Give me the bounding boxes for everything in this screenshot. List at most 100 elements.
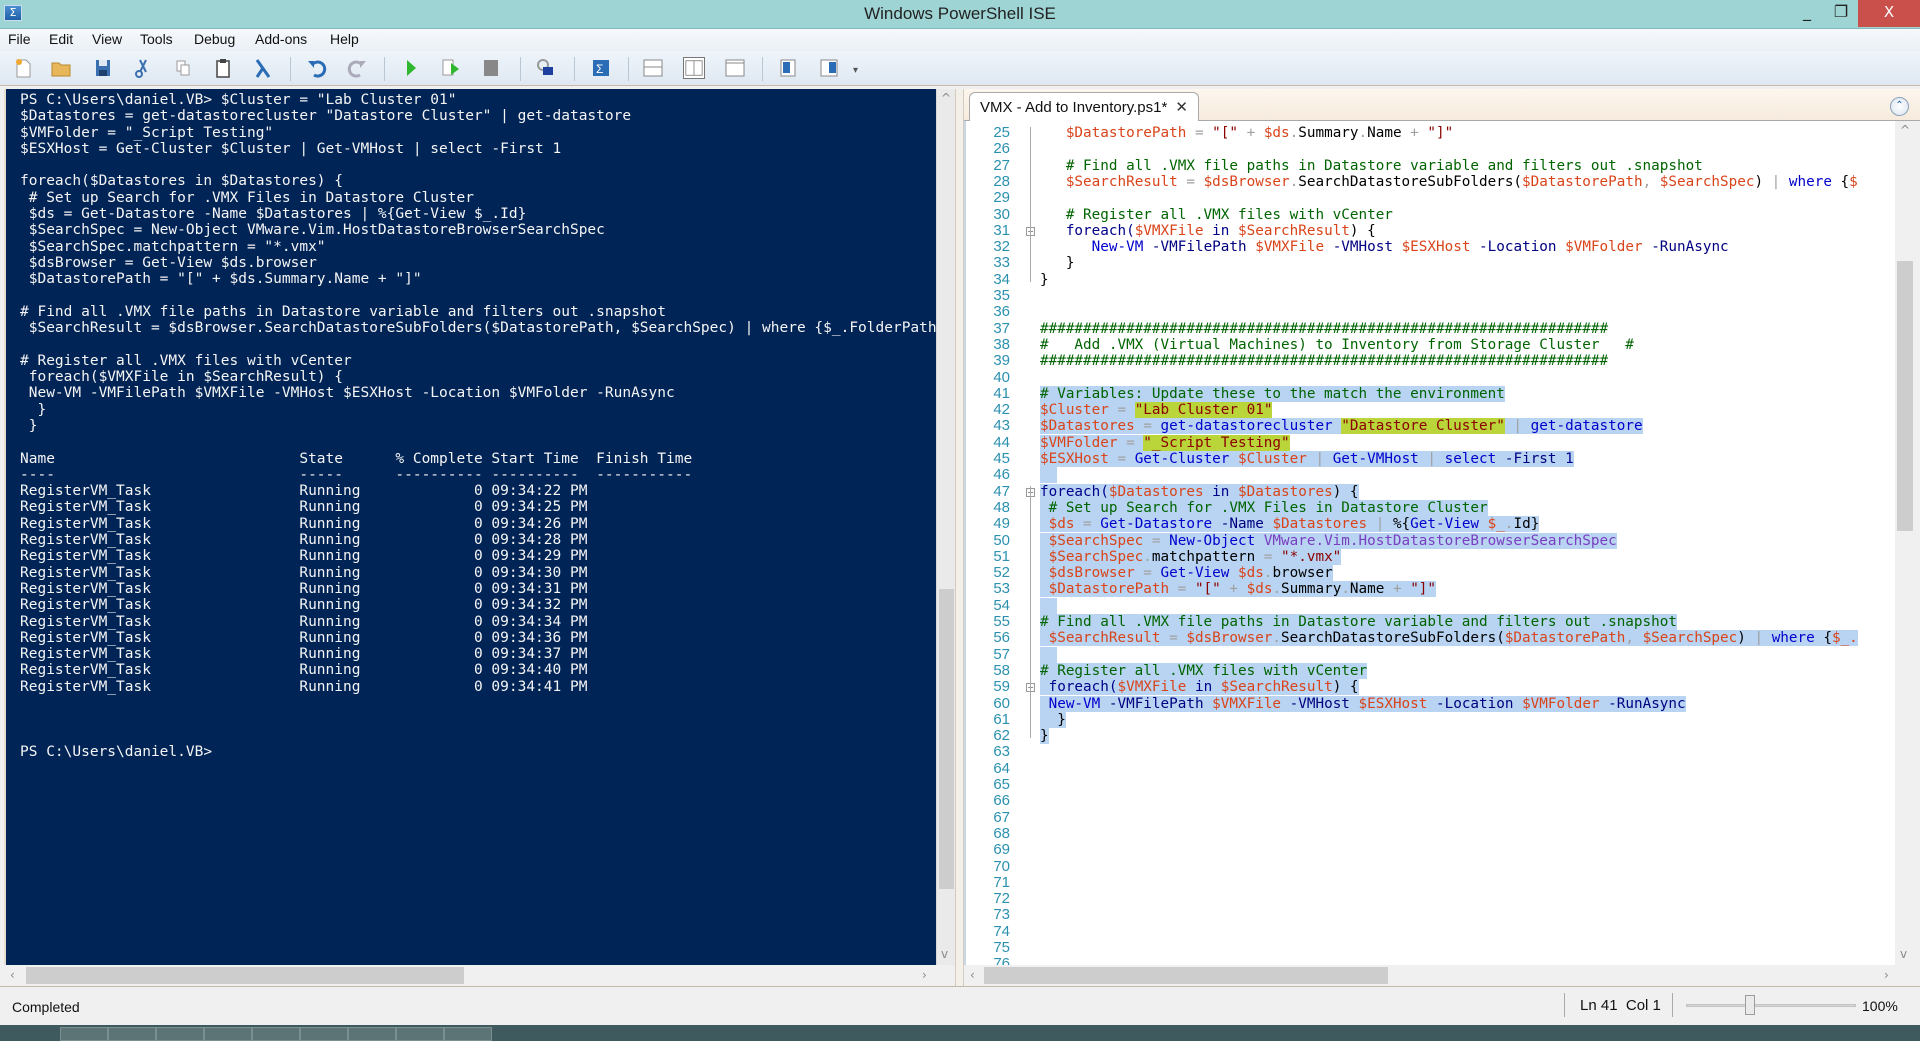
code-line[interactable]: $SearchResult = $dsBrowser.SearchDatasto… [1040, 630, 1858, 647]
maximize-button[interactable]: ❐ [1824, 0, 1858, 27]
taskbar-item[interactable] [348, 1027, 396, 1041]
menu-view[interactable]: View [92, 31, 122, 47]
clipboard-icon[interactable] [212, 57, 234, 79]
menu-file[interactable]: File [8, 31, 31, 47]
menu-addons[interactable]: Add-ons [255, 31, 307, 47]
code-line[interactable]: $DatastorePath = "[" + $ds.Summary.Name … [1040, 581, 1437, 598]
code-line[interactable]: New-VM -VMFilePath $VMXFile -VMHost $ESX… [1040, 239, 1729, 255]
taskbar-item[interactable] [300, 1027, 348, 1041]
code-line[interactable] [1040, 646, 1058, 663]
toolbar-separator [628, 57, 629, 81]
open-folder-icon[interactable] [50, 57, 72, 79]
command-addon-icon[interactable] [818, 57, 840, 79]
close-icon[interactable]: ✕ [1175, 98, 1188, 116]
code-line[interactable]: $dsBrowser = Get-View $ds.browser [1040, 565, 1333, 582]
code-line[interactable]: $SearchSpec.matchpattern = "*.vmx" [1040, 548, 1342, 565]
code-line[interactable]: $Cluster = "Lab Cluster 01" [1040, 402, 1273, 419]
menu-help[interactable]: Help [330, 31, 359, 47]
editor-horizontal-thumb[interactable] [984, 967, 1388, 984]
scroll-right-icon[interactable]: › [1884, 968, 1889, 982]
code-line[interactable]: $Datastores = get-datastorecluster "Data… [1040, 418, 1643, 435]
zoom-slider[interactable] [1686, 1004, 1856, 1007]
scroll-down-icon[interactable]: v [1900, 947, 1907, 961]
code-line[interactable]: $SearchResult = $dsBrowser.SearchDatasto… [1040, 174, 1858, 190]
code-line[interactable]: foreach($Datastores in $Datastores) { [1040, 483, 1359, 500]
taskbar-item[interactable] [108, 1027, 156, 1041]
code-line[interactable]: } [1040, 255, 1075, 271]
console-pane[interactable]: PS C:\Users\daniel.VB> $Cluster = "Lab C… [4, 89, 936, 965]
code-line[interactable]: ########################################… [1040, 321, 1608, 337]
code-line[interactable]: $VMFolder = "_Script Testing" [1040, 434, 1290, 451]
code-token: { [1814, 630, 1832, 647]
scroll-down-icon[interactable]: v [941, 947, 948, 961]
layout-max-icon[interactable] [724, 57, 746, 79]
code-line[interactable]: $ESXHost = Get-Cluster $Cluster | Get-VM… [1040, 451, 1574, 467]
scroll-right-icon[interactable]: › [922, 968, 927, 982]
scroll-up-icon[interactable]: ^ [1900, 123, 1910, 137]
overflow-icon[interactable]: ▾ [853, 65, 858, 76]
menu-debug[interactable]: Debug [194, 31, 235, 47]
scroll-up-icon[interactable]: ^ [941, 91, 951, 105]
tab-script[interactable]: VMX - Add to Inventory.ps1* ✕ [969, 92, 1199, 122]
menu-tools[interactable]: Tools [140, 31, 173, 47]
editor-vertical-scrollbar[interactable]: ^ v [1895, 121, 1915, 965]
taskbar-item[interactable] [204, 1027, 252, 1041]
console-horizontal-thumb[interactable] [26, 967, 464, 984]
redo-icon[interactable] [346, 57, 368, 79]
console-horizontal-scrollbar[interactable]: ‹ › [4, 965, 955, 986]
menu-edit[interactable]: Edit [49, 31, 73, 47]
taskbar-item[interactable] [444, 1027, 492, 1041]
broom-icon[interactable] [252, 57, 274, 79]
layout-right-icon[interactable] [683, 57, 705, 79]
code-line[interactable]: } [1040, 711, 1066, 728]
stop-icon[interactable] [480, 57, 502, 79]
new-file-icon[interactable] [12, 57, 34, 79]
pane-splitter[interactable] [955, 89, 964, 986]
code-line[interactable]: } [1040, 728, 1049, 745]
remote-icon[interactable] [534, 57, 556, 79]
undo-icon[interactable] [306, 57, 328, 79]
code-line[interactable]: $DatastorePath = "[" + $ds.Summary.Name … [1040, 125, 1453, 141]
taskbar-item[interactable] [156, 1027, 204, 1041]
code-line[interactable]: # Find all .VMX file paths in Datastore … [1040, 158, 1703, 174]
scroll-left-icon[interactable]: ‹ [970, 968, 975, 982]
command-window-icon[interactable] [778, 57, 800, 79]
close-button[interactable]: X [1858, 0, 1920, 27]
taskbar-item[interactable] [252, 1027, 300, 1041]
code-token: + [1401, 125, 1428, 141]
save-icon[interactable] [92, 57, 114, 79]
code-line[interactable]: # Variables: Update these to the match t… [1040, 385, 1505, 402]
play-icon[interactable] [400, 57, 422, 79]
script-editor[interactable]: 25 26 27 28 29 30 31 32 33 34 35 36 37 38 39 40 41 42 43 44… [964, 121, 1895, 965]
code-line[interactable]: ########################################… [1040, 353, 1608, 369]
code-line[interactable]: # Register all .VMX files with vCenter [1040, 662, 1368, 679]
code-line[interactable]: # Add .VMX (Virtual Machines) to Invento… [1040, 337, 1634, 353]
run-selection-icon[interactable] [440, 57, 462, 79]
editor-horizontal-scrollbar[interactable]: ‹ › [964, 965, 1915, 986]
taskbar-item[interactable] [60, 1027, 108, 1041]
code-line[interactable] [1040, 467, 1058, 484]
powershell-icon[interactable]: Σ [590, 57, 612, 79]
copy-icon[interactable] [172, 57, 194, 79]
taskbar-item[interactable] [396, 1027, 444, 1041]
scissors-icon[interactable] [132, 57, 154, 79]
scroll-left-icon[interactable]: ‹ [10, 968, 15, 982]
code-line[interactable]: # Find all .VMX file paths in Datastore … [1040, 614, 1677, 630]
console-vertical-thumb[interactable] [939, 589, 954, 889]
collapse-script-pane-button[interactable]: ⌃ [1890, 97, 1909, 116]
editor-vertical-thumb[interactable] [1897, 261, 1913, 531]
code-line[interactable]: foreach($VMXFile in $SearchResult) { [1040, 679, 1359, 696]
code-line[interactable]: $SearchSpec = New-Object VMware.Vim.Host… [1040, 532, 1617, 549]
layout-top-icon[interactable] [642, 57, 664, 79]
minimize-button[interactable]: _ [1790, 0, 1824, 27]
code-line[interactable]: } [1040, 272, 1049, 288]
code-line[interactable]: $ds = Get-Datastore -Name $Datastores | … [1040, 516, 1540, 533]
code-token: $Datastores [1040, 418, 1135, 435]
code-line[interactable] [1040, 597, 1058, 614]
console-vertical-scrollbar[interactable]: ^ v [936, 89, 955, 965]
code-line[interactable]: # Register all .VMX files with vCenter [1040, 207, 1393, 223]
zoom-slider-thumb[interactable] [1744, 995, 1755, 1015]
code-line[interactable]: New-VM -VMFilePath $VMXFile -VMHost $ESX… [1040, 695, 1686, 712]
code-line[interactable]: foreach($VMXFile in $SearchResult) { [1040, 223, 1376, 239]
code-line[interactable]: # Set up Search for .VMX Files in Datast… [1040, 499, 1488, 516]
